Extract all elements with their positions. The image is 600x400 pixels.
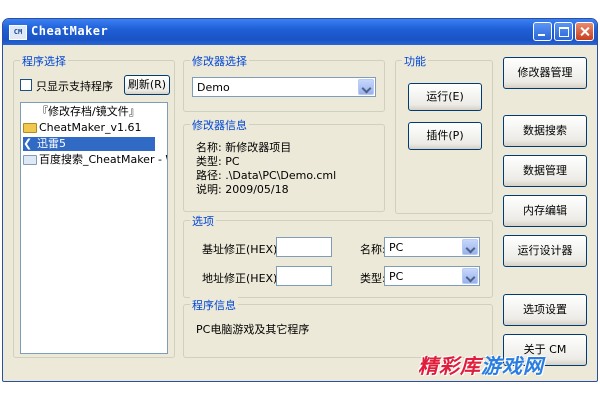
close-button[interactable] <box>575 22 594 41</box>
arrow-icon: ❮ <box>23 137 33 150</box>
only-supported-label: 只显示支持程序 <box>36 80 113 93</box>
maximize-button[interactable] <box>554 22 573 41</box>
tree-item-label: 百度搜索_CheatMaker - W <box>39 153 168 166</box>
program-select-label: 程序选择 <box>20 53 68 69</box>
editor-info-label: 修改器信息 <box>190 117 249 133</box>
type-label: 类型: <box>360 272 386 285</box>
memory-edit-button[interactable]: 内存编辑 <box>503 195 587 227</box>
watermark-tail: 游戏网 <box>481 354 544 378</box>
run-button[interactable]: 运行(E) <box>408 83 482 111</box>
watermark-logo: 精彩库游戏网 <box>418 350 544 379</box>
name-label: 名称: <box>360 243 386 256</box>
type-dropdown[interactable]: PC <box>384 266 480 286</box>
program-tree[interactable]: 『修改存档/镜文件』 CheatMaker_v1.61 ❮ 迅雷5 百度搜索_Ch… <box>20 102 168 354</box>
editor-dropdown-value: Demo <box>197 81 230 94</box>
folder-icon <box>23 123 37 133</box>
chevron-down-icon[interactable] <box>358 79 374 95</box>
tree-item-xunlei[interactable]: ❮ 迅雷5 <box>23 137 155 151</box>
editor-select-label: 修改器选择 <box>190 53 249 69</box>
data-search-button[interactable]: 数据搜索 <box>503 115 587 147</box>
only-supported-checkbox[interactable] <box>20 79 32 91</box>
function-label: 功能 <box>402 53 428 69</box>
tree-item-baidu[interactable]: 百度搜索_CheatMaker - W <box>23 153 168 167</box>
options-settings-button[interactable]: 选项设置 <box>503 294 587 326</box>
tree-item-label: CheatMaker_v1.61 <box>39 121 142 134</box>
tree-item-save-files[interactable]: 『修改存档/镜文件』 <box>37 105 140 119</box>
name-dropdown[interactable]: PC <box>384 237 480 257</box>
app-window: CM CheatMaker 程序选择 只显示支持程序 刷新(R) 『修改存档/镜… <box>2 18 598 382</box>
program-info-text: PC电脑游戏及其它程序 <box>196 323 310 336</box>
options-group: 选项 基址修正(HEX): 名称: PC 地址修正(HEX): 类型: PC <box>183 213 493 298</box>
window-icon <box>23 155 37 165</box>
address-offset-input[interactable] <box>276 266 332 286</box>
plugin-button[interactable]: 插件(P) <box>408 122 482 150</box>
watermark-main: 精彩库 <box>418 354 481 378</box>
base-offset-input[interactable] <box>276 237 332 257</box>
refresh-button[interactable]: 刷新(R) <box>124 75 170 95</box>
minimize-button[interactable] <box>533 22 552 41</box>
type-dropdown-value: PC <box>389 270 404 283</box>
options-label: 选项 <box>190 213 216 229</box>
editor-dropdown[interactable]: Demo <box>192 77 376 97</box>
program-info-label: 程序信息 <box>190 297 238 313</box>
tree-item-label: 迅雷5 <box>37 137 66 150</box>
name-dropdown-value: PC <box>389 241 404 254</box>
editor-management-button[interactable]: 修改器管理 <box>503 57 587 89</box>
data-management-button[interactable]: 数据管理 <box>503 155 587 187</box>
chevron-down-icon[interactable] <box>462 268 478 284</box>
tree-item-cheatmaker[interactable]: CheatMaker_v1.61 <box>23 121 141 135</box>
program-select-group: 程序选择 只显示支持程序 刷新(R) 『修改存档/镜文件』 CheatMaker… <box>13 53 175 358</box>
editor-info-desc: 说明: 2009/05/18 <box>196 183 289 196</box>
base-offset-label: 基址修正(HEX): <box>202 243 282 256</box>
editor-info-group: 修改器信息 名称: 新修改器项目 类型: PC 路径: .\Data\PC\De… <box>183 117 385 212</box>
app-icon: CM <box>9 25 27 40</box>
title-bar[interactable]: CM CheatMaker <box>3 19 597 45</box>
chevron-down-icon[interactable] <box>462 239 478 255</box>
editor-select-group: 修改器选择 Demo <box>183 53 385 112</box>
window-title: CheatMaker <box>31 24 109 38</box>
address-offset-label: 地址修正(HEX): <box>202 272 282 285</box>
run-designer-button[interactable]: 运行设计器 <box>503 235 587 267</box>
function-group: 功能 运行(E) 插件(P) <box>395 53 493 214</box>
